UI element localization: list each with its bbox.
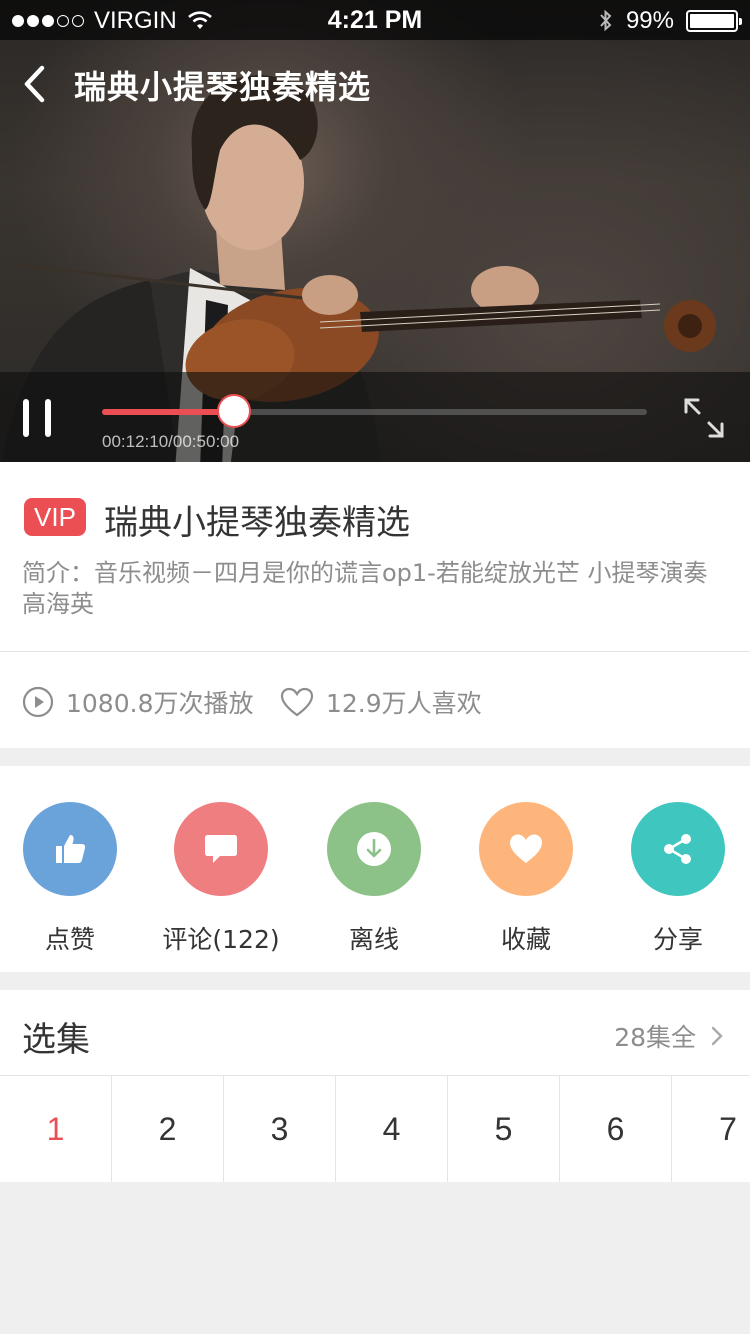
pause-icon xyxy=(23,399,29,437)
episode-item[interactable]: 1 xyxy=(0,1076,112,1182)
comment-button[interactable]: 评论(122) xyxy=(146,802,296,956)
back-arrow-icon[interactable] xyxy=(18,62,54,106)
episode-list: 1 2 3 4 5 6 7 xyxy=(0,1076,750,1182)
like-count: 12.9万人喜欢 xyxy=(280,684,482,720)
download-icon xyxy=(357,832,391,866)
pause-button[interactable] xyxy=(20,399,54,437)
like-button[interactable]: 点赞 xyxy=(0,802,145,956)
video-info: VIP 瑞典小提琴独奏精选 简介：音乐视频－四月是你的谎言op1-若能绽放光芒 … xyxy=(0,462,750,652)
favorite-button-label: 收藏 xyxy=(500,925,551,954)
play-circle-icon xyxy=(22,686,54,718)
play-count-text: 1080.8万次播放 xyxy=(66,689,254,718)
comment-button-circle xyxy=(174,802,268,896)
share-button-label: 分享 xyxy=(652,925,703,954)
comment-icon xyxy=(205,835,237,863)
battery-percent: 99% xyxy=(625,7,674,34)
like-count-text: 12.9万人喜欢 xyxy=(326,689,482,718)
episode-header: 选集 28集全 xyxy=(0,990,750,1076)
favorite-button-circle xyxy=(479,802,573,896)
nav-bar: 瑞典小提琴独奏精选 xyxy=(0,40,750,128)
offline-button-circle xyxy=(327,802,421,896)
like-button-label: 点赞 xyxy=(44,925,95,954)
video-title: 瑞典小提琴独奏精选 xyxy=(104,503,410,543)
video-detail-page: VIRGIN 4:21 PM 99% 瑞典小提琴独奏精选 00:12:10/00… xyxy=(0,0,750,1334)
all-episodes-link[interactable]: 28集全 xyxy=(614,1018,724,1054)
episode-item[interactable]: 7 xyxy=(672,1076,750,1182)
episode-item[interactable]: 2 xyxy=(112,1076,224,1182)
vip-badge: VIP xyxy=(24,498,86,536)
status-bar: VIRGIN 4:21 PM 99% xyxy=(0,0,750,40)
play-count: 1080.8万次播放 xyxy=(22,684,253,720)
episode-item[interactable]: 5 xyxy=(448,1076,560,1182)
episode-item[interactable]: 3 xyxy=(224,1076,336,1182)
share-icon xyxy=(664,834,691,864)
progress-thumb[interactable] xyxy=(217,394,252,428)
action-bar: 点赞 评论(122) 离线 收藏 分享 xyxy=(0,766,750,972)
episode-selector: 选集 28集全 1 2 3 4 5 6 7 xyxy=(0,990,750,1182)
offline-button-label: 离线 xyxy=(348,925,399,954)
thumbs-up-icon xyxy=(56,835,86,863)
status-right-group: 99% xyxy=(598,7,742,35)
share-button[interactable]: 分享 xyxy=(603,802,750,956)
share-button-circle xyxy=(631,802,725,896)
fullscreen-icon[interactable] xyxy=(682,396,726,440)
episode-item[interactable]: 4 xyxy=(336,1076,448,1182)
progress-track[interactable] xyxy=(102,394,647,428)
episode-section-title: 选集 xyxy=(22,1020,90,1060)
battery-icon xyxy=(686,10,742,32)
heart-outline-icon xyxy=(280,687,314,717)
progress-played xyxy=(102,409,235,415)
episode-item[interactable]: 6 xyxy=(560,1076,672,1182)
like-button-circle xyxy=(23,802,117,896)
episode-total: 28集全 xyxy=(614,1023,696,1052)
video-player[interactable]: VIRGIN 4:21 PM 99% 瑞典小提琴独奏精选 00:12:10/00… xyxy=(0,0,750,462)
offline-button[interactable]: 离线 xyxy=(299,802,449,956)
bluetooth-icon xyxy=(600,9,612,32)
heart-icon xyxy=(510,834,542,863)
favorite-button[interactable]: 收藏 xyxy=(451,802,601,956)
video-stats: 1080.8万次播放 12.9万人喜欢 xyxy=(0,652,750,748)
chevron-right-icon xyxy=(711,1026,723,1046)
player-controls: 00:12:10/00:50:00 xyxy=(0,372,750,462)
page-title: 瑞典小提琴独奏精选 xyxy=(74,68,372,106)
comment-button-label: 评论(122) xyxy=(162,925,280,954)
playback-time: 00:12:10/00:50:00 xyxy=(102,432,240,451)
video-description: 简介：音乐视频－四月是你的谎言op1-若能绽放光芒 小提琴演奏高海英 xyxy=(22,559,708,618)
